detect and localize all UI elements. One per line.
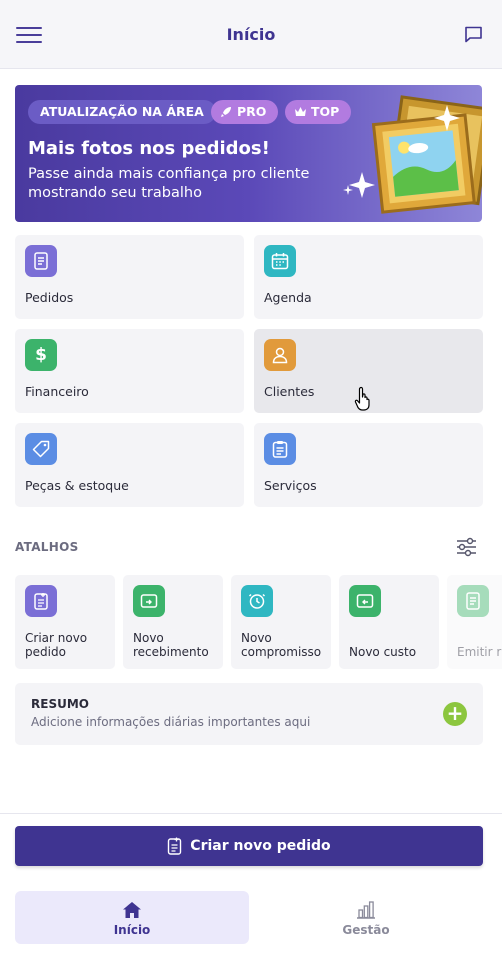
summary-card: RESUMO Adicione informações diárias impo… [15, 683, 483, 745]
pro-chip-label: PRO [237, 104, 267, 119]
create-order-label: Criar novo pedido [190, 838, 331, 854]
tile-label: Serviços [264, 478, 317, 493]
shortcuts-title: ATALHOS [15, 540, 79, 554]
tile-label: Peças & estoque [25, 478, 129, 493]
tile-label: Clientes [264, 384, 315, 399]
nav-inicio[interactable]: Início [15, 891, 249, 944]
tile-label: Pedidos [25, 290, 74, 305]
divider [0, 813, 502, 814]
money-in-icon [133, 585, 165, 617]
dollar-icon: $ [25, 339, 57, 371]
crown-icon [295, 107, 306, 116]
hand-cursor-icon [354, 386, 370, 411]
home-icon [123, 902, 141, 918]
document-icon [25, 245, 57, 277]
tile-label: Agenda [264, 290, 312, 305]
page-title: Início [226, 25, 276, 44]
nav-label: Início [113, 923, 151, 937]
area-update-chip: ATUALIZAÇÃO NA ÁREA [28, 100, 216, 124]
money-out-icon [349, 585, 381, 617]
picture-frames-illustration [343, 95, 482, 214]
add-summary-button[interactable]: + [443, 702, 467, 726]
banner-title: Mais fotos nos pedidos! [28, 138, 270, 159]
tile-financeiro[interactable]: $ Financeiro [15, 329, 244, 413]
new-document-icon [25, 585, 57, 617]
tile-pecas-estoque[interactable]: Peças & estoque [15, 423, 244, 507]
new-document-icon [168, 837, 182, 855]
shortcut-emitir[interactable]: Emitir r [447, 575, 502, 669]
top-chip-label: TOP [311, 104, 340, 119]
tile-label: Financeiro [25, 384, 89, 399]
receipt-icon [457, 585, 489, 617]
banner-subtitle: Passe ainda mais confiança pro cliente m… [28, 166, 310, 201]
create-order-button[interactable]: Criar novo pedido [15, 826, 483, 866]
rocket-icon [221, 107, 231, 117]
calendar-icon [264, 245, 296, 277]
app-header: Início [0, 0, 502, 69]
shortcut-label: Novo recebimento [133, 631, 209, 659]
nav-label: Gestão [342, 923, 390, 937]
promo-banner[interactable]: ATUALIZAÇÃO NA ÁREA PRO TOP Mais fotos n… [15, 85, 482, 222]
pro-chip: PRO [211, 100, 279, 124]
shortcut-label: Criar novo pedido [25, 631, 88, 659]
summary-title: RESUMO [31, 697, 89, 711]
shortcut-novo-compromisso[interactable]: Novo compromisso [231, 575, 331, 669]
shortcut-label: Novo compromisso [241, 631, 322, 659]
bar-chart-icon [357, 901, 375, 919]
clipboard-icon [264, 433, 296, 465]
shortcut-label: Novo custo [349, 645, 417, 659]
person-icon [264, 339, 296, 371]
nav-gestao[interactable]: Gestão [249, 891, 483, 944]
tile-pedidos[interactable]: Pedidos [15, 235, 244, 319]
shortcut-novo-custo[interactable]: Novo custo [339, 575, 439, 669]
clock-icon [241, 585, 273, 617]
tile-agenda[interactable]: Agenda [254, 235, 483, 319]
chat-bubble-icon[interactable] [464, 26, 483, 43]
shortcut-label: Emitir r [457, 645, 502, 659]
summary-subtitle: Adicione informações diárias importantes… [31, 715, 311, 729]
tile-servicos[interactable]: Serviços [254, 423, 483, 507]
sliders-icon[interactable] [456, 537, 477, 557]
shortcut-novo-recebimento[interactable]: Novo recebimento [123, 575, 223, 669]
tag-icon [25, 433, 57, 465]
shortcut-criar-pedido[interactable]: Criar novo pedido [15, 575, 115, 669]
